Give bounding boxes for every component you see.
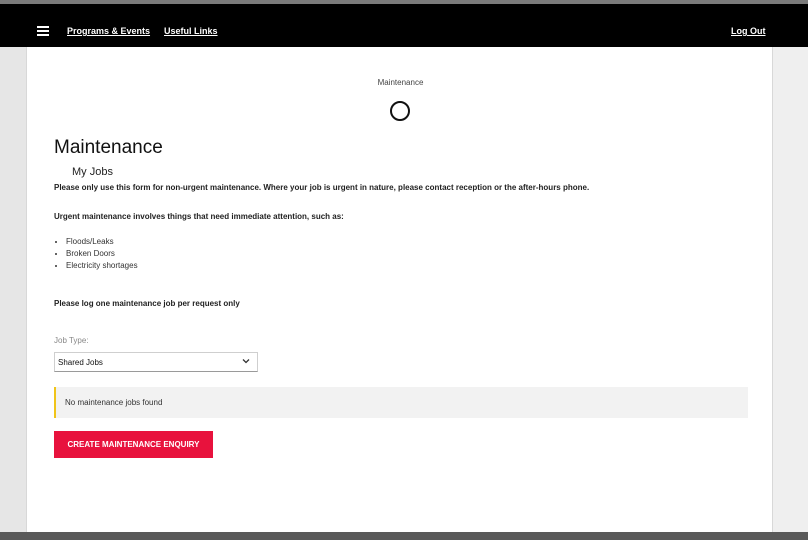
job-type-label: Job Type: <box>54 336 89 345</box>
empty-state-text: No maintenance jobs found <box>65 398 163 407</box>
right-gutter <box>773 47 808 532</box>
empty-state-alert: No maintenance jobs found <box>54 387 748 418</box>
nav-programs-events-link[interactable]: Programs & Events <box>67 26 150 36</box>
list-item: Floods/Leaks <box>66 236 138 248</box>
page-title: Maintenance <box>54 137 163 158</box>
one-job-notice: Please log one maintenance job per reque… <box>54 299 240 308</box>
main-content-panel: Maintenance Maintenance My Jobs Please o… <box>26 47 773 532</box>
nav-useful-links-link[interactable]: Useful Links <box>164 26 218 36</box>
list-item: Electricity shortages <box>66 260 138 272</box>
job-type-selected-value: Shared Jobs <box>58 358 103 367</box>
create-maintenance-enquiry-button[interactable]: CREATE MAINTENANCE ENQUIRY <box>54 431 213 458</box>
page-subtitle: My Jobs <box>72 166 113 178</box>
non-urgent-notice: Please only use this form for non-urgent… <box>54 183 590 192</box>
loading-spinner-icon <box>390 101 410 121</box>
urgent-examples-list: Floods/Leaks Broken Doors Electricity sh… <box>54 236 138 272</box>
list-item: Broken Doors <box>66 248 138 260</box>
urgent-intro-text: Urgent maintenance involves things that … <box>54 212 344 221</box>
window-bottom-strip <box>0 532 808 540</box>
logout-link[interactable]: Log Out <box>731 26 766 36</box>
job-type-select[interactable]: Shared Jobs <box>54 352 258 372</box>
chevron-down-icon <box>242 359 250 364</box>
hamburger-menu-icon[interactable] <box>37 26 49 36</box>
breadcrumb: Maintenance <box>377 78 424 87</box>
top-navbar: Programs & Events Useful Links Log Out <box>0 4 808 47</box>
